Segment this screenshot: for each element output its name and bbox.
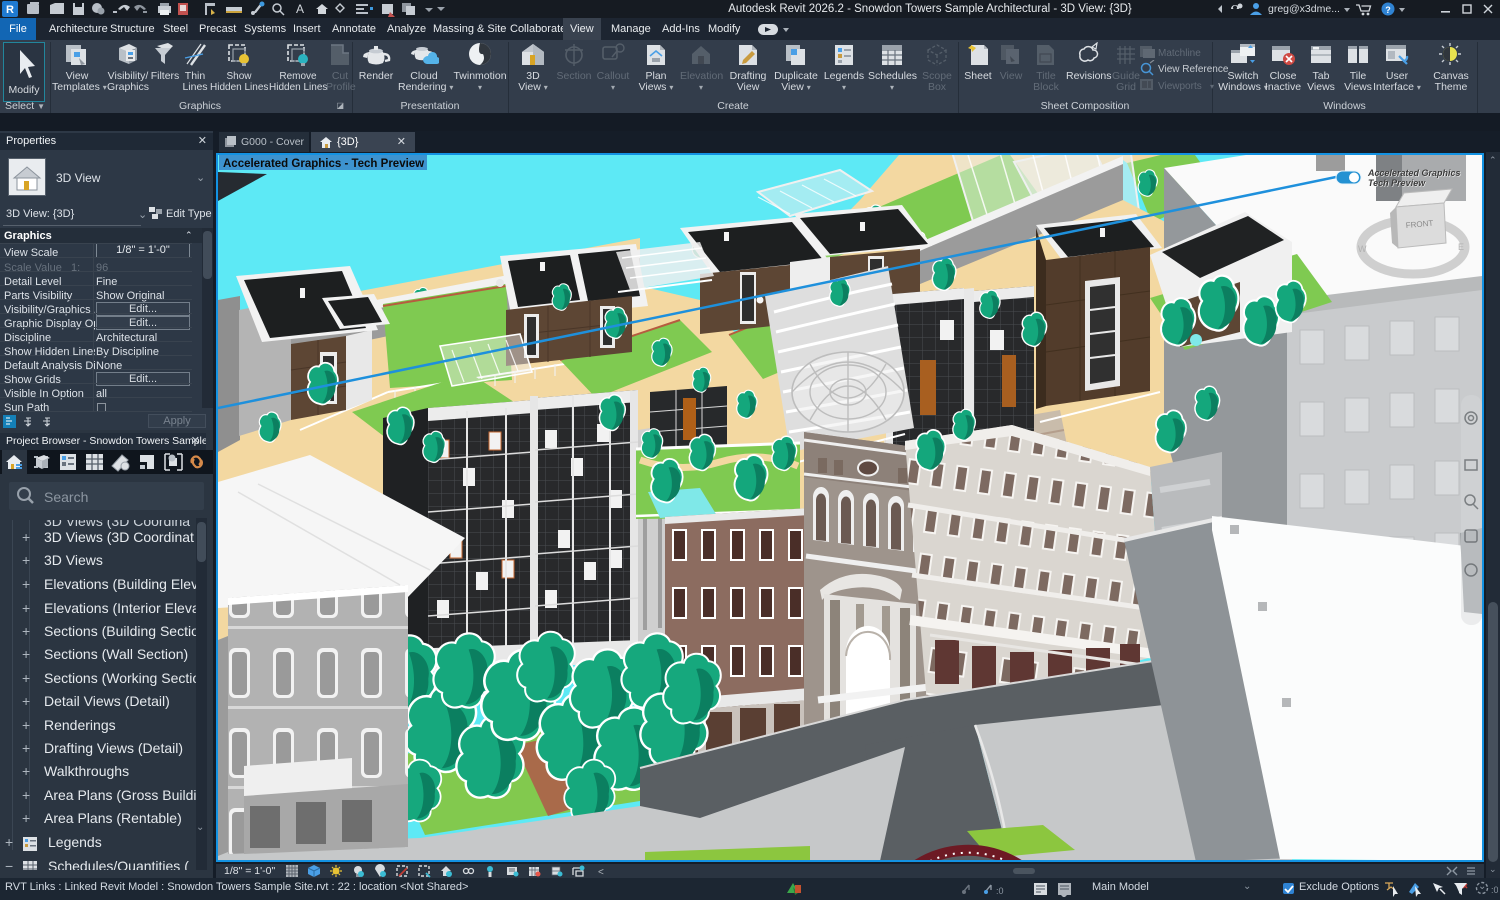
svg-text:Tech Preview: Tech Preview <box>1368 178 1426 188</box>
svg-text:Matchline: Matchline <box>1158 48 1201 59</box>
svg-text:A: A <box>296 2 304 16</box>
svg-text::0: :0 <box>1491 885 1498 895</box>
svg-text:<: < <box>598 867 604 878</box>
svg-text::0: :0 <box>996 886 1004 896</box>
svg-text:W: W <box>1358 244 1367 254</box>
svg-text:E: E <box>1458 242 1464 252</box>
svg-text:R: R <box>6 4 14 16</box>
svg-text:Accelerated Graphics: Accelerated Graphics <box>1367 168 1461 178</box>
svg-text:▾: ▾ <box>1210 82 1214 91</box>
svg-text:Accelerated Graphics - Tech Pr: Accelerated Graphics - Tech Preview <box>223 158 424 170</box>
svg-text:Viewports: Viewports <box>1158 81 1202 92</box>
